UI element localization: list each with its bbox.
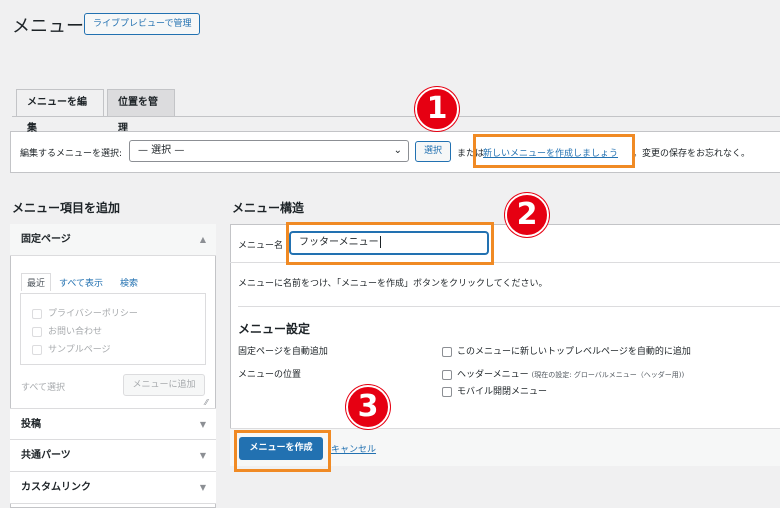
select-all-link[interactable]: すべて選択 [21, 380, 65, 393]
list-item[interactable]: プライバシーポリシー [32, 306, 138, 319]
add-to-menu-button[interactable]: メニューに追加 [123, 374, 205, 396]
auto-add-label: 固定ページを自動追加 [238, 347, 328, 357]
resize-handle-icon: ⁄⁄ [205, 398, 208, 407]
list-item[interactable]: お問い合わせ [32, 324, 102, 337]
checkbox[interactable] [442, 346, 452, 357]
select-button[interactable]: 選択 [415, 141, 451, 162]
location-mobile-option[interactable]: モバイル開閉メニュー [442, 384, 547, 397]
checkbox[interactable] [32, 326, 42, 337]
step-marker-2: 2 [505, 193, 549, 237]
accordion-pages[interactable]: 固定ページ ▲ [10, 224, 216, 256]
checkbox[interactable] [32, 344, 42, 355]
highlight-box-menu-name [286, 222, 494, 265]
menu-settings-heading: メニュー設定 [238, 322, 311, 336]
menu-name-label: メニュー名 [238, 241, 284, 251]
step-marker-1: 1 [415, 87, 459, 131]
menu-select-value: — 選択 — [138, 145, 185, 156]
caret-down-icon: ▼ [199, 483, 206, 492]
tab-recent[interactable]: 最近 [21, 273, 52, 291]
checkbox[interactable] [442, 386, 452, 397]
location-header-option[interactable]: ヘッダーメニュー (現在の設定: グローバルメニュー（ヘッダー用)) [442, 367, 684, 380]
checkbox[interactable] [442, 369, 452, 380]
accordion-reusable-blocks[interactable]: 共通パーツ ▼ [10, 440, 216, 472]
save-reminder-text: 。変更の保存をお忘れなく。 [633, 149, 751, 159]
accordion-label: カスタムリンク [21, 482, 91, 493]
checkbox[interactable] [32, 308, 42, 319]
accordion-posts[interactable]: 投稿 ▼ [10, 408, 216, 440]
tab-view-all[interactable]: すべて表示 [59, 276, 103, 289]
list-item[interactable]: サンプルページ [32, 342, 111, 355]
chevron-down-icon: ⌄ [393, 145, 402, 156]
menu-select-label: 編集するメニューを選択: [20, 149, 123, 159]
auto-add-option[interactable]: このメニューに新しいトップレベルページを自動的に追加 [442, 344, 691, 357]
live-preview-button[interactable]: ライブプレビューで管理 [84, 13, 201, 35]
menu-structure-heading: メニュー構造 [232, 201, 305, 215]
accordion-custom-links[interactable]: カスタムリンク ▼ [10, 472, 216, 504]
accordion-label: 投稿 [21, 419, 41, 430]
add-items-heading: メニュー項目を追加 [12, 201, 121, 215]
caret-down-icon: ▼ [199, 451, 206, 460]
caret-up-icon: ▲ [199, 235, 206, 244]
tab-edit-menus[interactable]: メニューを編集 [16, 89, 104, 134]
cancel-link[interactable]: キャンセル [331, 442, 376, 455]
highlight-box-create-button [234, 430, 331, 472]
accordion-label: 固定ページ [21, 234, 71, 245]
tab-search[interactable]: 検索 [120, 276, 138, 289]
highlight-box-create-link [473, 134, 635, 168]
page-title: メニュー [12, 16, 84, 37]
divider [238, 306, 780, 307]
step-marker-3: 3 [346, 385, 390, 429]
caret-down-icon: ▼ [199, 420, 206, 429]
accordion-label: 共通パーツ [21, 450, 71, 461]
tabs-divider [12, 116, 780, 117]
menu-select-dropdown[interactable]: — 選択 — ⌄ [129, 140, 409, 162]
menu-instruction: メニューに名前をつけ、「メニューを作成」ボタンをクリックしてください。 [238, 279, 548, 289]
menu-location-label: メニューの位置 [238, 370, 302, 380]
tab-manage-locations[interactable]: 位置を管理 [107, 89, 175, 134]
